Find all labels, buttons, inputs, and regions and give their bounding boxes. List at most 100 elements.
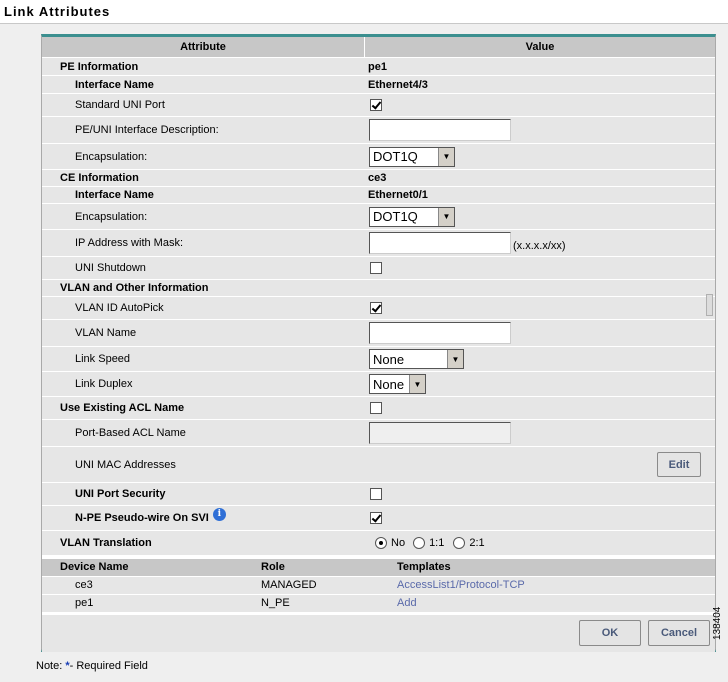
link-speed-selected: None [373,351,405,367]
vlan-autopick-row: VLAN ID AutoPick [42,297,715,320]
uni-port-security-checkbox[interactable] [370,488,382,500]
pe-encapsulation-selected: DOT1Q [373,149,418,164]
npe-pseudowire-label: N-PE Pseudo-wire On SVI [75,512,209,524]
vlan-translation-label: VLAN Translation [60,537,152,549]
note-suffix: - Required Field [69,660,148,672]
pe-uni-description-input[interactable] [369,119,511,141]
devices-table-header: Device Name Role Templates [42,559,715,576]
ip-address-input[interactable] [369,232,511,254]
uni-mac-addresses-row: UNI MAC Addresses Edit [42,447,715,483]
chevron-down-icon: ▼ [447,350,463,368]
port-acl-name-label: Port-Based ACL Name [75,427,186,439]
npe-pseudowire-label-cell: N-PE Pseudo-wire On SVI i [42,506,364,530]
pe-uni-description-label: PE/UNI Interface Description: [75,124,219,136]
port-acl-name-input[interactable] [369,422,511,444]
device-name-column-header: Device Name [60,561,129,573]
ip-address-row: IP Address with Mask: (x.x.x.x/xx) [42,230,715,257]
device-row: pe1 N_PE Add [42,595,715,612]
vlan-translation-radio-2to1[interactable] [453,537,466,549]
device-name: pe1 [75,597,94,609]
pe-uni-description-row: PE/UNI Interface Description: [42,117,715,144]
role-column-header: Role [261,561,285,573]
standard-uni-port-row: Standard UNI Port [42,94,715,117]
info-icon[interactable]: i [212,507,226,521]
value-column-header: Value [365,37,715,57]
vlan-translation-radio-no[interactable] [375,537,387,549]
template-link[interactable]: AccessList1/Protocol-TCP [397,577,525,594]
pe-information-label: PE Information [60,60,139,73]
device-row: ce3 MANAGED AccessList1/Protocol-TCP [42,577,715,594]
device-name: ce3 [75,579,93,591]
vlan-translation-option-1to1: 1:1 [429,537,445,549]
ce-interface-name-value: Ethernet0/1 [368,189,428,201]
pe-interface-name-value: Ethernet4/3 [368,78,428,91]
use-existing-acl-checkbox[interactable] [370,402,382,414]
pe-encapsulation-select[interactable]: DOT1Q ▼ [369,146,455,167]
ce-encapsulation-row: Encapsulation: DOT1Q ▼ [42,204,715,230]
ce-encapsulation-label: Encapsulation: [75,210,148,223]
required-field-note: Note: *- Required Field [36,660,148,672]
device-role: MANAGED [261,579,317,591]
vlan-other-info-row: VLAN and Other Information [42,280,715,297]
ce-information-label: CE Information [60,172,139,184]
device-role: N_PE [261,597,290,609]
uni-shutdown-label: UNI Shutdown [75,262,146,274]
vlan-other-info-label: VLAN and Other Information [60,282,209,294]
pe-interface-name-row: Interface Name Ethernet4/3 [42,76,715,94]
link-speed-row: Link Speed None ▼ [42,347,715,372]
uni-shutdown-checkbox[interactable] [370,262,382,274]
attribute-column-header: Attribute [42,37,364,57]
link-duplex-label: Link Duplex [75,378,133,390]
ip-address-hint: (x.x.x.x/xx) [513,240,566,252]
chevron-down-icon: ▼ [438,147,454,166]
vlan-name-label: VLAN Name [75,327,137,339]
scrollbar-thumb[interactable] [706,294,713,316]
chevron-down-icon: ▼ [438,207,454,226]
vlan-translation-option-no: No [391,537,406,549]
ok-button[interactable]: OK [579,620,641,646]
link-duplex-row: Link Duplex None ▼ [42,372,715,397]
npe-pseudowire-checkbox[interactable] [370,512,382,524]
use-existing-acl-row: Use Existing ACL Name [42,397,715,420]
vlan-translation-option-2to1: 2:1 [469,537,485,549]
vlan-translation-radio-1to1[interactable] [413,537,426,549]
ce-interface-name-row: Interface Name Ethernet0/1 [42,187,715,204]
pe-encapsulation-row: Encapsulation: DOT1Q ▼ [42,144,715,170]
edit-button[interactable]: Edit [657,452,701,477]
templates-column-header: Templates [397,561,451,573]
uni-mac-addresses-label: UNI MAC Addresses [75,458,176,471]
link-speed-select[interactable]: None ▼ [369,349,464,369]
vlan-name-input[interactable] [369,322,511,344]
uni-port-security-row: UNI Port Security [42,483,715,506]
link-speed-label: Link Speed [75,353,131,365]
standard-uni-port-label: Standard UNI Port [75,99,165,111]
vlan-name-row: VLAN Name [42,320,715,347]
chevron-down-icon: ▼ [409,375,425,393]
vlan-autopick-label: VLAN ID AutoPick [75,302,164,314]
note-prefix: Note: [36,660,66,672]
ce-information-value: ce3 [368,172,387,184]
cancel-button[interactable]: Cancel [648,620,710,646]
vlan-translation-row: VLAN Translation No 1:1 2:1 [42,531,715,556]
link-duplex-selected: None [373,376,405,392]
pe-information-row: PE Information pe1 [42,58,715,76]
uni-shutdown-row: UNI Shutdown [42,257,715,280]
use-existing-acl-label: Use Existing ACL Name [60,402,185,414]
uni-port-security-label: UNI Port Security [75,488,166,500]
link-attributes-panel: Attribute Value PE Information pe1 Inter… [41,34,716,652]
ip-address-label: IP Address with Mask: [75,237,184,249]
pe-encapsulation-label: Encapsulation: [75,150,148,163]
ce-encapsulation-select[interactable]: DOT1Q ▼ [369,206,455,227]
vlan-autopick-checkbox[interactable] [370,302,382,314]
window-title: Link Attributes [0,0,728,24]
ce-information-row: CE Information ce3 [42,170,715,187]
ce-interface-name-label: Interface Name [75,189,154,201]
npe-pseudowire-row: N-PE Pseudo-wire On SVI i [42,506,715,531]
ce-encapsulation-selected: DOT1Q [373,209,418,224]
figure-number: 138404 [712,606,723,640]
button-bar: OK Cancel [42,615,715,652]
standard-uni-port-checkbox[interactable] [370,99,382,111]
port-acl-name-row: Port-Based ACL Name [42,420,715,447]
add-template-link[interactable]: Add [397,595,417,612]
link-duplex-select[interactable]: None ▼ [369,374,426,394]
